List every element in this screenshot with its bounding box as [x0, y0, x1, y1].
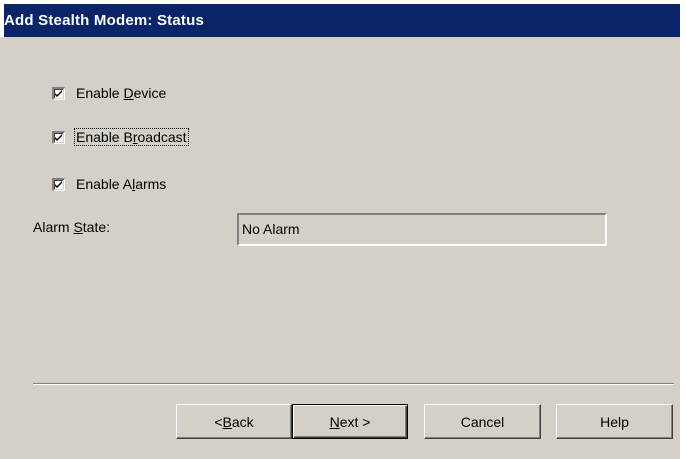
title-bar: Add Stealth Modem: Status	[0, 0, 680, 37]
enable-device-option[interactable]: Enable Device	[52, 84, 167, 102]
alarm-state-label: Alarm State:	[33, 219, 111, 235]
enable-broadcast-label: Enable Broadcast	[74, 128, 189, 146]
enable-alarms-option[interactable]: Enable Alarms	[52, 175, 167, 193]
enable-alarms-label: Enable Alarms	[76, 176, 167, 192]
enable-device-checkbox[interactable]	[52, 86, 65, 100]
alarm-state-field: No Alarm	[237, 213, 607, 246]
enable-broadcast-checkbox[interactable]	[52, 130, 65, 144]
window-edge	[680, 0, 686, 459]
next-button[interactable]: Next >	[292, 404, 408, 439]
wizard-dialog: Add Stealth Modem: Status Enable Device …	[0, 0, 680, 459]
enable-alarms-checkbox[interactable]	[52, 177, 65, 191]
help-button[interactable]: Help	[556, 404, 673, 439]
window-title: Add Stealth Modem: Status	[4, 12, 205, 29]
enable-broadcast-option[interactable]: Enable Broadcast	[52, 128, 189, 146]
checkmark-icon	[55, 133, 62, 141]
enable-device-label: Enable Device	[76, 85, 167, 101]
checkmark-icon	[55, 180, 62, 188]
button-separator	[33, 383, 674, 385]
back-button[interactable]: < Back	[176, 404, 292, 439]
cancel-button[interactable]: Cancel	[424, 404, 541, 439]
checkmark-icon	[55, 89, 62, 97]
